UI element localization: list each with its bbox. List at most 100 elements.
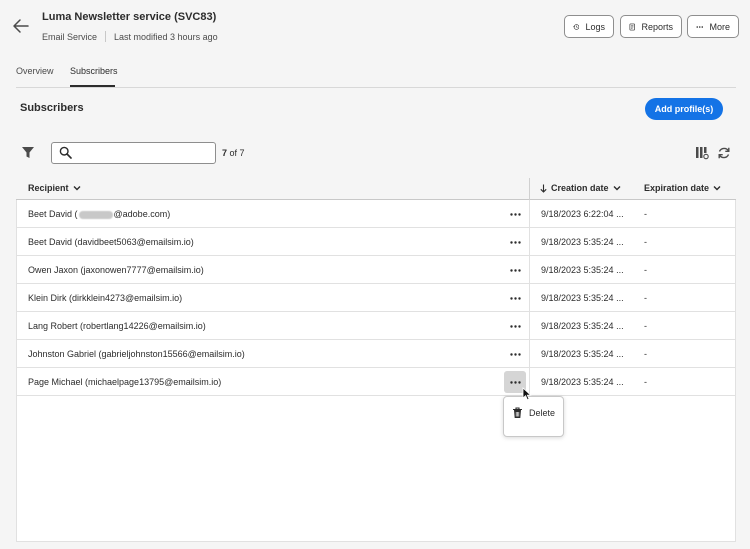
add-profiles-button[interactable]: Add profile(s) (645, 98, 723, 120)
page-title: Luma Newsletter service (SVC83) (42, 11, 217, 23)
ellipsis-icon (509, 380, 521, 384)
subtitle-divider (105, 31, 107, 42)
delete-menu-label: Delete (529, 408, 556, 418)
expiration-date-cell: - (644, 321, 647, 331)
creation-date-cell: 9/18/2023 5:35:24 ... (541, 293, 624, 303)
filter-icon (22, 147, 34, 158)
creation-date-cell: 9/18/2023 5:35:24 ... (541, 265, 624, 275)
ellipsis-icon (509, 352, 521, 356)
column-settings-icon (696, 147, 709, 160)
table-row[interactable]: Lang Robert (robertlang14226@emailsim.io… (17, 312, 735, 340)
row-actions-button[interactable] (504, 259, 526, 281)
recipient-cell: Page Michael (michaelpage13795@emailsim.… (28, 377, 222, 387)
tab-overview[interactable]: Overview (16, 66, 54, 76)
report-icon (629, 23, 635, 30)
ellipsis-icon (509, 296, 521, 300)
recipient-cell: Lang Robert (robertlang14226@emailsim.io… (28, 321, 206, 331)
table-row[interactable]: Beet David (davidbeet5063@emailsim.io) 9… (17, 228, 735, 256)
expiration-date-cell: - (644, 237, 647, 247)
table-row[interactable]: Klein Dirk (dirkklein4273@emailsim.io) 9… (17, 284, 735, 312)
filter-button[interactable] (21, 146, 35, 159)
column-header-expiration-label: Expiration date (644, 183, 710, 193)
column-divider (529, 312, 530, 340)
more-button[interactable]: More (687, 15, 739, 38)
recipient-cell: Beet David ( @adobe.com) (28, 209, 170, 219)
refresh-button[interactable] (717, 146, 731, 160)
table-row[interactable]: Beet David ( @adobe.com) 9/18/2023 6:22:0… (17, 200, 735, 228)
column-settings-button[interactable] (695, 146, 709, 160)
chevron-down-icon (613, 186, 621, 191)
back-button[interactable] (12, 18, 30, 34)
search-icon (59, 146, 72, 159)
expiration-date-cell: - (644, 349, 647, 359)
table-row[interactable]: Johnston Gabriel (gabrieljohnston15566@e… (17, 340, 735, 368)
table-header: Recipient Creation date Expiration date (16, 178, 736, 200)
creation-date-cell: 9/18/2023 6:22:04 ... (541, 209, 624, 219)
ellipsis-icon (696, 25, 704, 28)
row-actions-button[interactable] (504, 315, 526, 337)
recipient-name: Beet David ( (28, 209, 78, 219)
search-input[interactable] (76, 145, 212, 161)
trash-icon (513, 407, 522, 418)
result-count-total: of 7 (229, 148, 245, 158)
column-divider (529, 178, 530, 200)
reports-button[interactable]: Reports (620, 15, 682, 38)
column-header-creation-label: Creation date (551, 183, 609, 193)
column-divider (529, 228, 530, 256)
service-type: Email Service (42, 31, 98, 42)
chevron-down-icon (73, 186, 81, 191)
sort-descending-icon (540, 184, 547, 193)
expiration-date-cell: - (644, 293, 647, 303)
ellipsis-icon (509, 268, 521, 272)
section-title: Subscribers (20, 102, 84, 114)
expiration-date-cell: - (644, 377, 647, 387)
ellipsis-icon (509, 212, 521, 216)
recipient-cell: Klein Dirk (dirkklein4273@emailsim.io) (28, 293, 183, 303)
column-header-recipient[interactable]: Recipient (28, 183, 81, 193)
row-actions-menu: Delete (503, 396, 564, 437)
column-divider (529, 340, 530, 368)
creation-date-cell: 9/18/2023 5:35:24 ... (541, 237, 624, 247)
tab-subscribers[interactable]: Subscribers (70, 66, 118, 76)
last-modified: Last modified 3 hours ago (114, 31, 218, 42)
arrow-left-icon (13, 19, 29, 33)
table-row[interactable]: Owen Jaxon (jaxonowen7777@emailsim.io) 9… (17, 256, 735, 284)
refresh-icon (718, 147, 730, 159)
more-button-label: More (709, 21, 730, 32)
row-actions-button[interactable] (504, 231, 526, 253)
column-divider (529, 200, 530, 228)
row-actions-button[interactable] (504, 343, 526, 365)
delete-menu-item[interactable]: Delete (512, 407, 555, 419)
chevron-down-icon (713, 186, 721, 191)
search-field[interactable] (51, 142, 216, 164)
column-header-expiration-date[interactable]: Expiration date (644, 183, 721, 193)
page-subtitle: Email Service Last modified 3 hours ago (42, 31, 218, 42)
logs-button-label: Logs (585, 21, 605, 32)
result-count: 7 of 7 (222, 148, 245, 158)
table-row[interactable]: Page Michael (michaelpage13795@emailsim.… (17, 368, 735, 396)
ellipsis-icon (509, 240, 521, 244)
recipient-cell: Beet David (davidbeet5063@emailsim.io) (28, 237, 194, 247)
column-header-creation-date[interactable]: Creation date (540, 183, 621, 193)
recipient-domain: @adobe.com) (113, 209, 171, 219)
column-header-recipient-label: Recipient (28, 183, 69, 193)
creation-date-cell: 9/18/2023 5:35:24 ... (541, 349, 624, 359)
history-icon (573, 23, 580, 30)
logs-button[interactable]: Logs (564, 15, 614, 38)
active-tab-indicator (70, 85, 115, 87)
result-count-shown: 7 (222, 148, 228, 158)
subscribers-table: Beet David ( @adobe.com) 9/18/2023 6:22:0… (16, 200, 736, 542)
expiration-date-cell: - (644, 265, 647, 275)
creation-date-cell: 9/18/2023 5:35:24 ... (541, 321, 624, 331)
row-actions-button[interactable] (504, 203, 526, 225)
tab-bar: Overview Subscribers (16, 62, 736, 88)
column-divider (529, 256, 530, 284)
creation-date-cell: 9/18/2023 5:35:24 ... (541, 377, 624, 387)
reports-button-label: Reports (641, 21, 673, 32)
recipient-cell: Owen Jaxon (jaxonowen7777@emailsim.io) (28, 265, 204, 275)
recipient-cell: Johnston Gabriel (gabrieljohnston15566@e… (28, 349, 245, 359)
ellipsis-icon (509, 324, 521, 328)
mouse-cursor-icon (522, 387, 532, 401)
row-actions-button[interactable] (504, 287, 526, 309)
expiration-date-cell: - (644, 209, 647, 219)
